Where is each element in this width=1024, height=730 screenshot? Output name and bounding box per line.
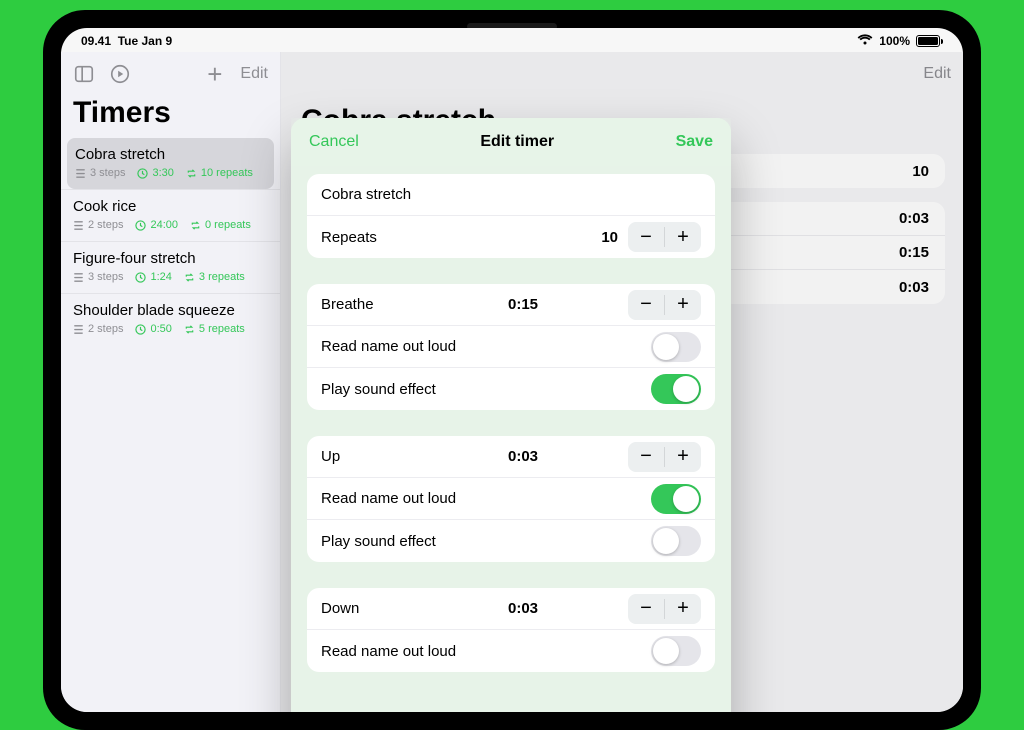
wifi-icon <box>857 34 873 49</box>
timer-name: Figure-four stretch <box>73 250 268 267</box>
duration-meta: 3:30 <box>137 167 173 179</box>
stepper-minus[interactable]: − <box>628 290 664 320</box>
timer-list: Cobra stretch 3 steps 3:30 10 repeats Cook r… <box>61 138 280 345</box>
timer-name: Cook rice <box>73 198 268 215</box>
step-time-row: Breathe0:15−+ <box>307 284 715 326</box>
read-name-row: Read name out loud <box>307 326 715 368</box>
add-button[interactable]: + <box>207 59 222 90</box>
time-stepper[interactable]: −+ <box>628 442 701 472</box>
status-time: 09.41 <box>81 34 111 48</box>
read-name-label: Read name out loud <box>321 338 651 355</box>
toggle[interactable] <box>651 484 701 514</box>
stepper-minus[interactable]: − <box>628 442 664 472</box>
toggle[interactable] <box>651 636 701 666</box>
step-time: 0:03 <box>508 448 628 465</box>
play-sound-label: Play sound effect <box>321 381 651 398</box>
stepper-plus[interactable]: + <box>665 594 701 624</box>
play-sound-row: Play sound effect <box>307 520 715 562</box>
repeats-meta: 3 repeats <box>184 271 245 283</box>
step-time: 0:03 <box>508 600 628 617</box>
read-name-label: Read name out loud <box>321 490 651 507</box>
step-name[interactable]: Breathe <box>321 296 508 313</box>
sheet-title: Edit timer <box>480 133 554 151</box>
duration-meta: 0:50 <box>135 323 171 335</box>
repeats-row: Repeats 10 − + <box>307 216 715 258</box>
steps-meta: 3 steps <box>75 167 125 179</box>
timer-name: Shoulder blade squeeze <box>73 302 268 319</box>
stepper-plus[interactable]: + <box>665 290 701 320</box>
step-name[interactable]: Down <box>321 600 508 617</box>
toggle[interactable] <box>651 374 701 404</box>
read-name-row: Read name out loud <box>307 478 715 520</box>
repeats-meta: 10 repeats <box>186 167 253 179</box>
sidebar: + Edit Timers Cobra stretch 3 steps 3:30 10… <box>61 52 281 712</box>
stepper-minus[interactable]: − <box>628 594 664 624</box>
main-edit-button[interactable]: Edit <box>923 65 951 83</box>
step-name[interactable]: Up <box>321 448 508 465</box>
steps-meta: 2 steps <box>73 219 123 231</box>
step-time-row: Down0:03−+ <box>307 588 715 630</box>
status-bar: 09.41 Tue Jan 9 100% <box>61 28 963 52</box>
sidebar-item-3[interactable]: Shoulder blade squeeze 2 steps 0:50 5 repea… <box>61 293 280 345</box>
step-group-2: Down0:03−+ Read name out loud <box>307 588 715 672</box>
play-sound-row: Play sound effect <box>307 368 715 410</box>
cancel-button[interactable]: Cancel <box>309 133 359 151</box>
step-group-0: Breathe0:15−+ Read name out loud Play soun… <box>307 284 715 410</box>
time-stepper[interactable]: −+ <box>628 290 701 320</box>
timer-name-row[interactable]: Cobra stretch <box>307 174 715 216</box>
play-icon[interactable] <box>109 63 131 85</box>
toggle[interactable] <box>651 332 701 362</box>
step-group-1: Up0:03−+ Read name out loud Play sound eff… <box>307 436 715 562</box>
stepper-plus[interactable]: + <box>665 222 701 252</box>
sidebar-item-1[interactable]: Cook rice 2 steps 24:00 0 repeats <box>61 189 280 241</box>
sidebar-title: Timers <box>61 96 280 138</box>
save-button[interactable]: Save <box>676 133 713 151</box>
sidebar-toggle-icon[interactable] <box>73 63 95 85</box>
time-stepper[interactable]: −+ <box>628 594 701 624</box>
step-time: 0:15 <box>508 296 628 313</box>
battery-icon <box>916 35 943 47</box>
stepper-plus[interactable]: + <box>665 442 701 472</box>
steps-meta: 3 steps <box>73 271 123 283</box>
steps-meta: 2 steps <box>73 323 123 335</box>
repeats-meta: 0 repeats <box>190 219 251 231</box>
status-date: Tue Jan 9 <box>118 34 172 48</box>
edit-timer-sheet: Cancel Edit timer Save Cobra stretch Rep… <box>291 118 731 712</box>
battery-percent: 100% <box>879 34 910 48</box>
read-name-label: Read name out loud <box>321 643 651 660</box>
duration-meta: 24:00 <box>135 219 178 231</box>
timer-name-field[interactable]: Cobra stretch <box>321 186 701 203</box>
toggle[interactable] <box>651 526 701 556</box>
duration-meta: 1:24 <box>135 271 171 283</box>
timer-name: Cobra stretch <box>75 146 266 163</box>
read-name-row: Read name out loud <box>307 630 715 672</box>
step-time-row: Up0:03−+ <box>307 436 715 478</box>
play-sound-label: Play sound effect <box>321 533 651 550</box>
sidebar-item-2[interactable]: Figure-four stretch 3 steps 1:24 3 repeats <box>61 241 280 293</box>
repeats-stepper[interactable]: − + <box>628 222 701 252</box>
sidebar-item-0[interactable]: Cobra stretch 3 steps 3:30 10 repeats <box>67 138 274 189</box>
repeats-value: 10 <box>601 229 618 246</box>
repeats-meta: 5 repeats <box>184 323 245 335</box>
status-left: 09.41 Tue Jan 9 <box>81 34 172 48</box>
repeats-label: Repeats <box>321 229 601 246</box>
sidebar-edit-button[interactable]: Edit <box>240 65 268 83</box>
stepper-minus[interactable]: − <box>628 222 664 252</box>
